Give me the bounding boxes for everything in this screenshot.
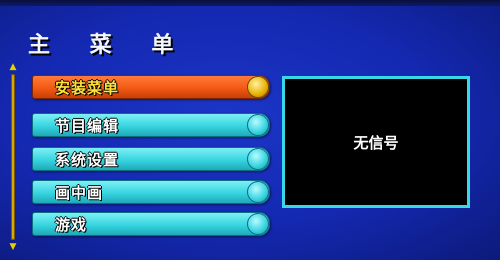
menu-item-label: 安装菜单 bbox=[55, 79, 120, 97]
menu-item-program-edit[interactable]: 节目编辑 bbox=[32, 113, 270, 137]
circle-indicator-icon bbox=[247, 213, 269, 235]
scroll-down-arrow-icon[interactable]: ▼ bbox=[8, 242, 18, 252]
screen-top-edge bbox=[0, 0, 500, 6]
circle-indicator-icon bbox=[247, 148, 269, 170]
menu-item-games[interactable]: 游戏 bbox=[32, 212, 270, 236]
circle-indicator-icon bbox=[247, 181, 269, 203]
preview-window: 无信号 bbox=[282, 76, 470, 208]
scroll-up-arrow-icon[interactable]: ▲ bbox=[8, 62, 18, 72]
menu-title: 主 菜 单 bbox=[28, 33, 190, 58]
selected-indicator-icon bbox=[247, 76, 269, 98]
menu-item-label: 画中画 bbox=[55, 184, 104, 202]
menu-item-label: 节目编辑 bbox=[55, 117, 120, 135]
menu-item-label: 系统设置 bbox=[55, 151, 120, 169]
preview-screen: 无信号 bbox=[285, 79, 467, 205]
menu-item-label: 游戏 bbox=[55, 216, 88, 234]
menu-item-pip[interactable]: 画中画 bbox=[32, 180, 270, 204]
scroll-track[interactable] bbox=[11, 74, 15, 240]
no-signal-text: 无信号 bbox=[353, 133, 399, 152]
menu-item-install[interactable]: 安装菜单 bbox=[32, 75, 270, 99]
menu-item-system-settings[interactable]: 系统设置 bbox=[32, 147, 270, 171]
circle-indicator-icon bbox=[247, 114, 269, 136]
scrollbar[interactable]: ▲ ▼ bbox=[8, 62, 18, 252]
